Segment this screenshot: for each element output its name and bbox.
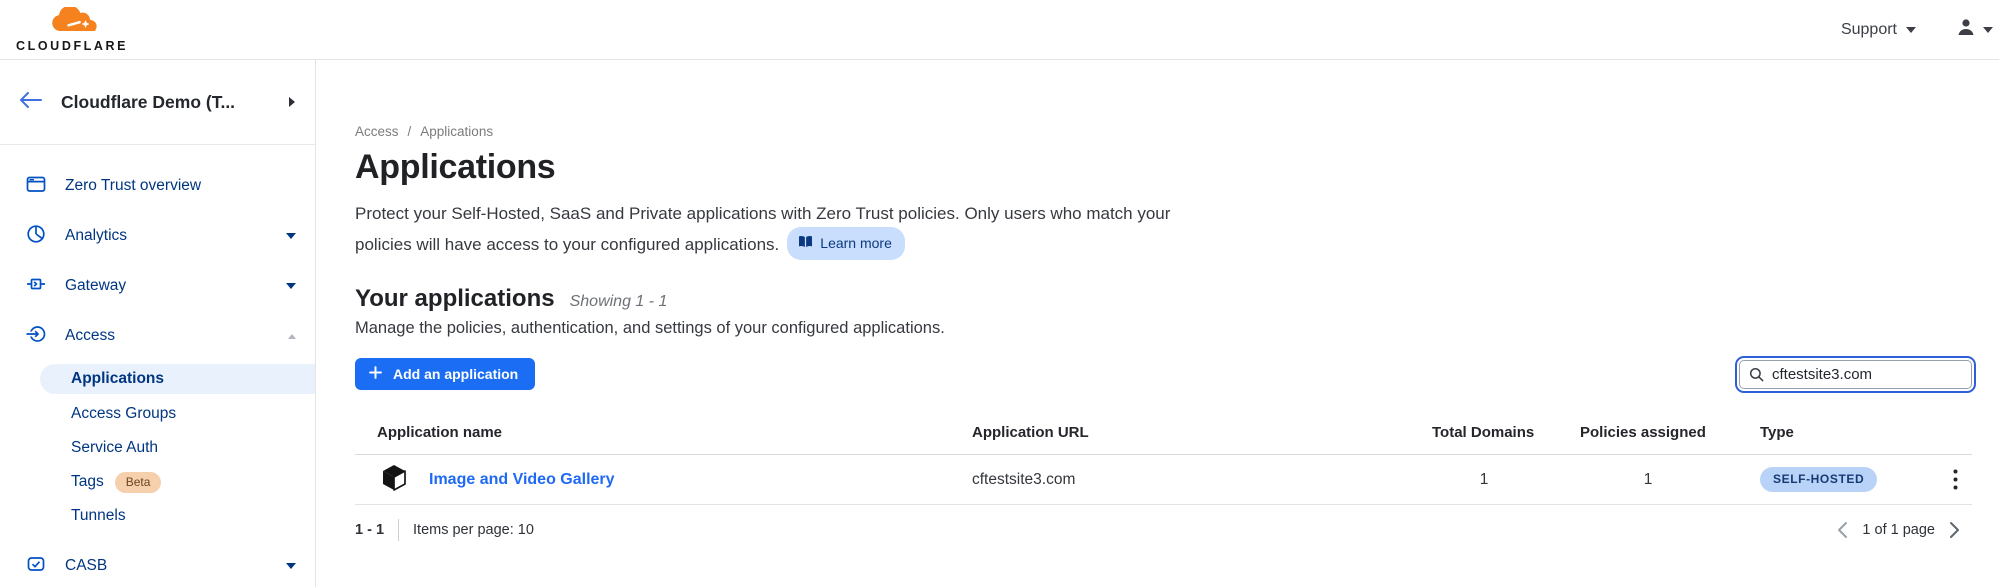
column-header-policies-assigned: Policies assigned — [1558, 424, 1738, 441]
next-page-icon[interactable] — [1949, 521, 1960, 539]
row-actions-kebab-icon[interactable] — [1938, 469, 1972, 490]
top-bar: CLOUDFLARE Support — [0, 0, 1999, 60]
breadcrumb-separator: / — [408, 124, 412, 139]
section-heading: Your applications — [355, 285, 555, 313]
beta-badge: Beta — [115, 472, 162, 493]
chevron-down-icon[interactable] — [286, 563, 296, 569]
page-description-text: Protect your Self-Hosted, SaaS and Priva… — [355, 204, 1170, 254]
application-cube-icon — [381, 464, 407, 496]
pagination: 1 of 1 page — [1837, 521, 1972, 539]
breadcrumb: Access / Applications — [355, 124, 1972, 139]
previous-page-icon[interactable] — [1837, 521, 1848, 539]
user-icon — [1956, 17, 1976, 42]
sidebar-item-access[interactable]: Access — [0, 311, 315, 361]
access-icon — [26, 324, 46, 349]
search-icon — [1749, 367, 1764, 382]
sidebar: Cloudflare Demo (T... Zero Trust overvie… — [0, 60, 316, 587]
account-name: Cloudflare Demo (T... — [61, 92, 270, 113]
chevron-down-icon[interactable] — [286, 283, 296, 289]
table-row: Image and Video Gallery cftestsite3.com … — [355, 455, 1972, 505]
cloudflare-logo[interactable]: CLOUDFLARE — [16, 7, 128, 53]
sidebar-item-label: Zero Trust overview — [65, 177, 201, 195]
search-input[interactable] — [1772, 366, 1963, 383]
sidebar-nav: Zero Trust overview Analytics — [0, 145, 315, 588]
breadcrumb-access[interactable]: Access — [355, 124, 399, 139]
learn-more-label: Learn more — [820, 230, 892, 256]
policies-assigned-cell: 1 — [1558, 471, 1738, 489]
sidebar-item-analytics[interactable]: Analytics — [0, 211, 315, 261]
items-per-page: Items per page: 10 — [413, 522, 534, 538]
overview-icon — [26, 174, 46, 199]
analytics-pie-icon — [26, 224, 46, 249]
column-header-application-name: Application name — [355, 424, 950, 441]
cloudflare-wordmark: CLOUDFLARE — [16, 39, 128, 53]
showing-count: Showing 1 - 1 — [570, 293, 668, 311]
sidebar-item-label: CASB — [65, 557, 107, 575]
add-application-button[interactable]: Add an application — [355, 358, 535, 390]
page-status: 1 of 1 page — [1862, 522, 1935, 538]
chevron-down-icon — [1906, 27, 1916, 33]
sidebar-item-service-auth[interactable]: Service Auth — [0, 431, 315, 465]
sidebar-item-label: Access Groups — [71, 405, 176, 423]
chevron-down-icon — [1983, 27, 1993, 33]
sidebar-item-label: Gateway — [65, 277, 126, 295]
add-application-label: Add an application — [393, 366, 518, 382]
application-search — [1739, 360, 1972, 389]
table-footer: 1 - 1 Items per page: 10 1 of 1 page — [355, 519, 1972, 541]
sidebar-item-applications[interactable]: Applications — [40, 364, 315, 394]
breadcrumb-applications[interactable]: Applications — [420, 124, 493, 139]
page-description: Protect your Self-Hosted, SaaS and Priva… — [355, 201, 1185, 260]
chevron-right-icon[interactable] — [289, 97, 295, 107]
sidebar-item-access-groups[interactable]: Access Groups — [0, 397, 315, 431]
sidebar-item-label: Service Auth — [71, 439, 158, 457]
page-title: Applications — [355, 148, 1972, 187]
book-icon — [798, 230, 813, 256]
section-subheading: Manage the policies, authentication, and… — [355, 319, 1972, 338]
table-header-row: Application name Application URL Total D… — [355, 424, 1972, 455]
support-menu[interactable]: Support — [1841, 21, 1916, 39]
main-content: Access / Applications Applications Prote… — [316, 60, 1999, 587]
user-menu[interactable] — [1956, 17, 1995, 42]
learn-more-button[interactable]: Learn more — [787, 227, 905, 260]
sidebar-item-gateway[interactable]: Gateway — [0, 261, 315, 311]
back-arrow-icon[interactable] — [20, 92, 42, 113]
sidebar-item-tunnels[interactable]: Tunnels — [0, 499, 315, 533]
chevron-up-icon[interactable] — [288, 334, 296, 339]
column-header-total-domains: Total Domains — [1410, 424, 1558, 441]
account-switcher[interactable]: Cloudflare Demo (T... — [0, 60, 315, 145]
support-label: Support — [1841, 21, 1897, 39]
casb-icon — [26, 554, 46, 579]
divider — [398, 519, 399, 541]
chevron-down-icon[interactable] — [286, 233, 296, 239]
access-subnav: Applications Access Groups Service Auth … — [0, 364, 315, 533]
type-badge: SELF-HOSTED — [1760, 467, 1877, 492]
sidebar-item-casb[interactable]: CASB — [0, 541, 315, 588]
sidebar-item-tags[interactable]: Tags Beta — [0, 465, 315, 499]
cloudflare-cloud-icon — [46, 7, 98, 38]
sidebar-item-label: Applications — [71, 370, 164, 388]
items-range: 1 - 1 — [355, 522, 384, 538]
plus-icon — [369, 366, 382, 382]
total-domains-cell: 1 — [1410, 471, 1558, 489]
application-name-link[interactable]: Image and Video Gallery — [429, 471, 615, 489]
gateway-icon — [26, 274, 46, 299]
applications-table: Application name Application URL Total D… — [355, 424, 1972, 541]
sidebar-item-label: Tags — [71, 473, 104, 491]
application-url-cell: cftestsite3.com — [950, 471, 1410, 489]
column-header-type: Type — [1738, 424, 1938, 441]
sidebar-item-label: Tunnels — [71, 507, 126, 525]
sidebar-item-zero-trust-overview[interactable]: Zero Trust overview — [0, 161, 315, 211]
sidebar-item-label: Analytics — [65, 227, 127, 245]
column-header-application-url: Application URL — [950, 424, 1410, 441]
sidebar-item-label: Access — [65, 327, 115, 345]
